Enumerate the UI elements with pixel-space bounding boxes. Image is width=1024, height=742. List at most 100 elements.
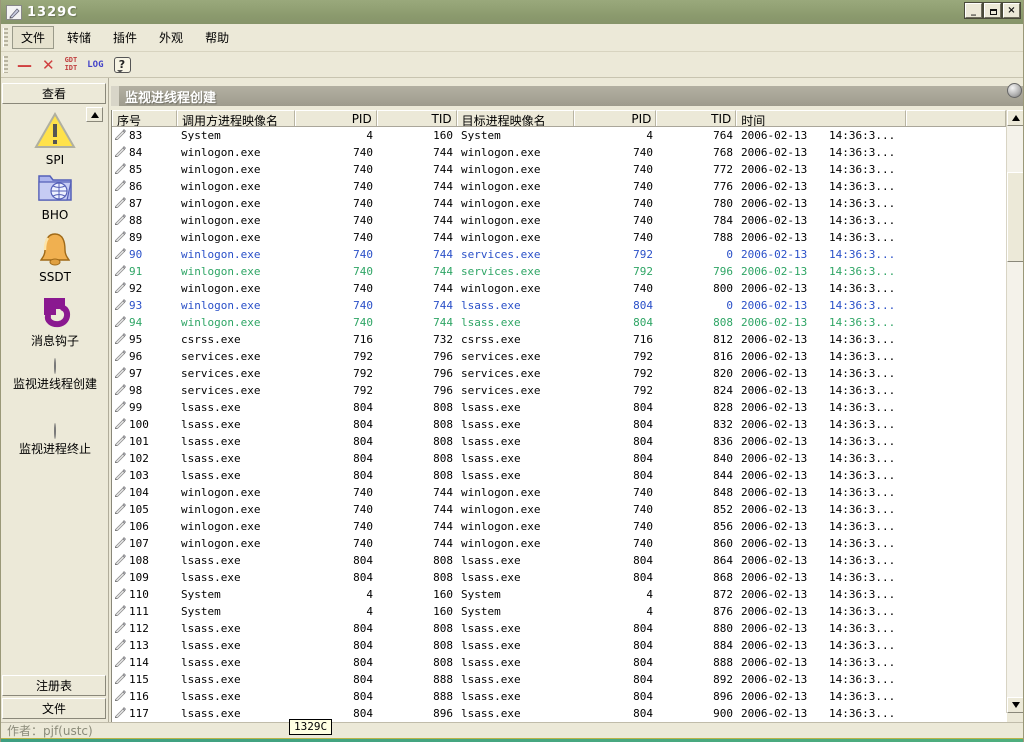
panel-knob-button[interactable] [1007,83,1022,98]
pen-icon [114,689,126,704]
menu-item-4[interactable]: 帮助 [196,26,238,49]
status-author-text: 作者：pjf(ustc) [1,722,93,739]
cell-col-5: 804 [575,656,657,669]
table-row[interactable]: 105winlogon.exe740744winlogon.exe7408522… [112,501,1007,518]
close-button[interactable]: × [1003,3,1020,18]
column-header-1[interactable]: 调用方进程映像名 [177,110,295,126]
cell-col-1: winlogon.exe [177,316,295,329]
scroll-down-button[interactable] [1007,697,1024,713]
cell-col-7: 2006-02-1314:36:3... [737,452,907,465]
help-icon[interactable]: ? [114,57,131,73]
table-row[interactable]: 117lsass.exe804896lsass.exe8049002006-02… [112,705,1007,722]
table-row[interactable]: 108lsass.exe804808lsass.exe8048642006-02… [112,552,1007,569]
pen-icon [114,502,126,517]
table-row[interactable]: 99lsass.exe804808lsass.exe8048282006-02-… [112,399,1007,416]
column-header-6[interactable]: TID [656,110,736,126]
menu-item-2[interactable]: 插件 [104,26,146,49]
cell-col-1: lsass.exe [177,571,295,584]
table-row[interactable]: 87winlogon.exe740744winlogon.exe74078020… [112,195,1007,212]
pen-icon [114,570,126,585]
cell-col-3: 808 [377,571,457,584]
pen-icon [114,264,126,279]
table-row[interactable]: 111System4160System48762006-02-1314:36:3… [112,603,1007,620]
table-row[interactable]: 115lsass.exe804888lsass.exe8048922006-02… [112,671,1007,688]
toolbar: — ✕ GDTIDT LOG ? [1,52,1023,78]
cell-col-1: winlogon.exe [177,486,295,499]
table-row[interactable]: 93winlogon.exe740744lsass.exe80402006-02… [112,297,1007,314]
table-row[interactable]: 102lsass.exe804808lsass.exe8048402006-02… [112,450,1007,467]
sidebar-item-spi[interactable]: SPI [1,111,109,167]
pen-icon [114,519,126,534]
table-row[interactable]: 84winlogon.exe740744winlogon.exe74076820… [112,144,1007,161]
delete-icon[interactable]: ✕ [42,56,55,74]
column-header-3[interactable]: TID [377,110,457,126]
table-row[interactable]: 90winlogon.exe740744services.exe79202006… [112,246,1007,263]
table-row[interactable]: 94winlogon.exe740744lsass.exe8048082006-… [112,314,1007,331]
table-row[interactable]: 114lsass.exe804808lsass.exe8048882006-02… [112,654,1007,671]
table-row[interactable]: 104winlogon.exe740744winlogon.exe7408482… [112,484,1007,501]
menubar-grip-handle[interactable] [3,28,8,47]
minimize-button[interactable]: _ [965,3,982,18]
table-row[interactable]: 92winlogon.exe740744winlogon.exe74080020… [112,280,1007,297]
restore-icon [990,9,997,15]
table-row[interactable]: 113lsass.exe804808lsass.exe8048842006-02… [112,637,1007,654]
sidebar-group-registry[interactable]: 注册表 [2,675,106,696]
table-row[interactable]: 98services.exe792796services.exe79282420… [112,382,1007,399]
cell-col-3: 744 [377,248,457,261]
table-row[interactable]: 95csrss.exe716732csrss.exe7168122006-02-… [112,331,1007,348]
column-header-7[interactable]: 时间 [736,110,906,126]
column-header-0[interactable]: 序号 [112,110,177,126]
table-row[interactable]: 106winlogon.exe740744winlogon.exe7408562… [112,518,1007,535]
cell-col-1: winlogon.exe [177,146,295,159]
sidebar-item-message-hook[interactable]: 消息钩子 [1,294,109,349]
menu-item-3[interactable]: 外观 [150,26,192,49]
table-row[interactable]: 91winlogon.exe740744services.exe79279620… [112,263,1007,280]
scroll-up-button[interactable] [1007,110,1024,126]
sidebar-item-bho[interactable]: BHO [1,168,109,222]
cell-col-3: 744 [377,146,457,159]
table-row[interactable]: 88winlogon.exe740744winlogon.exe74078420… [112,212,1007,229]
column-header-4[interactable]: 目标进程映像名 [457,110,575,126]
cell-col-2: 792 [295,384,377,397]
table-row[interactable]: 116lsass.exe804888lsass.exe8048962006-02… [112,688,1007,705]
cell-col-7: 2006-02-1314:36:3... [737,622,907,635]
gdt-idt-button[interactable]: GDTIDT [65,57,78,72]
table-row[interactable]: 83System4160System47642006-02-1314:36:3.… [112,127,1007,144]
log-button[interactable]: LOG [87,60,103,70]
sidebar-item-ssdt[interactable]: SSDT [1,230,109,284]
table-row[interactable]: 96services.exe792796services.exe79281620… [112,348,1007,365]
table-row[interactable]: 112lsass.exe804808lsass.exe8048802006-02… [112,620,1007,637]
cell-col-5: 4 [575,129,657,142]
cell-col-2: 740 [295,486,377,499]
scrollbar-thumb[interactable] [1007,172,1024,262]
column-header-5[interactable]: PID [574,110,656,126]
column-header-8[interactable] [906,110,1006,126]
table-row[interactable]: 107winlogon.exe740744winlogon.exe7408602… [112,535,1007,552]
cell-col-7: 2006-02-1314:36:3... [737,571,907,584]
remove-icon[interactable]: — [17,56,32,74]
toolbar-grip-handle[interactable] [3,56,8,74]
table-row[interactable]: 101lsass.exe804808lsass.exe8048362006-02… [112,433,1007,450]
cell-col-5: 740 [575,231,657,244]
menu-item-1[interactable]: 转储 [58,26,100,49]
table-row[interactable]: 103lsass.exe804808lsass.exe8048442006-02… [112,467,1007,484]
vertical-scrollbar[interactable] [1006,110,1023,713]
table-row[interactable]: 89winlogon.exe740744winlogon.exe74078820… [112,229,1007,246]
table-row[interactable]: 110System4160System48722006-02-1314:36:3… [112,586,1007,603]
sidebar-group-file[interactable]: 文件 [2,698,106,719]
cell-col-2: 740 [295,163,377,176]
table-row[interactable]: 85winlogon.exe740744winlogon.exe74077220… [112,161,1007,178]
sidebar-item-monitor-thread-create[interactable]: 监视进线程创建 [1,359,109,392]
sidebar-item-monitor-process-terminate[interactable]: 监视进程终止 [1,424,109,457]
cell-col-0: 115 [112,672,177,687]
sidebar-group-view[interactable]: 查看 [2,83,106,104]
table-row[interactable]: 109lsass.exe804808lsass.exe8048682006-02… [112,569,1007,586]
cell-col-2: 804 [295,401,377,414]
column-header-2[interactable]: PID [295,110,377,126]
table-row[interactable]: 86winlogon.exe740744winlogon.exe74077620… [112,178,1007,195]
table-row[interactable]: 100lsass.exe804808lsass.exe8048322006-02… [112,416,1007,433]
restore-button[interactable] [984,3,1001,18]
menu-item-0[interactable]: 文件 [12,26,54,49]
cell-col-0: 93 [112,298,177,313]
table-row[interactable]: 97services.exe792796services.exe79282020… [112,365,1007,382]
